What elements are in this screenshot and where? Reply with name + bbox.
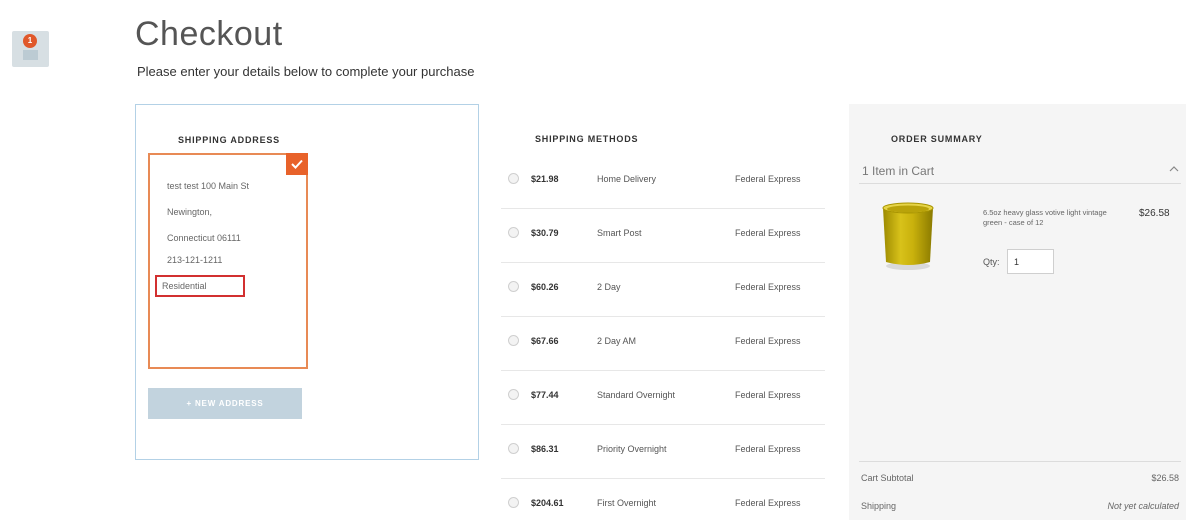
method-name: Home Delivery: [597, 174, 657, 184]
cart-subtotal-value: $26.58: [1151, 473, 1179, 483]
method-name: 2 Day AM: [597, 336, 637, 346]
items-count-label: 1 Item in Cart: [862, 164, 935, 178]
shipping-method-row[interactable]: $21.98 Home Delivery Federal Express: [501, 155, 825, 209]
address-phone: 213-121-1211: [167, 255, 223, 265]
page-subtitle: Please enter your details below to compl…: [137, 64, 475, 79]
qty-label: Qty:: [983, 257, 1000, 267]
method-name: 2 Day: [597, 282, 621, 292]
product-name[interactable]: 6.5oz heavy glass votive light vintage g…: [983, 208, 1121, 228]
method-radio[interactable]: [508, 443, 519, 454]
shipping-total-row: Shipping Not yet calculated: [859, 490, 1181, 518]
method-radio[interactable]: [508, 281, 519, 292]
method-radio[interactable]: [508, 173, 519, 184]
totals-section: Cart Subtotal $26.58 Shipping Not yet ca…: [859, 461, 1181, 518]
method-name: First Overnight: [597, 498, 657, 508]
method-carrier: Federal Express: [735, 444, 801, 454]
method-radio[interactable]: [508, 335, 519, 346]
method-radio[interactable]: [508, 389, 519, 400]
method-carrier: Federal Express: [735, 282, 801, 292]
new-address-button[interactable]: + NEW ADDRESS: [148, 388, 302, 419]
shipping-total-value: Not yet calculated: [1107, 501, 1179, 511]
method-name: Priority Overnight: [597, 444, 667, 454]
product-price: $26.58: [1139, 208, 1170, 219]
method-price: $204.61: [531, 498, 564, 508]
items-in-cart-toggle[interactable]: 1 Item in Cart: [859, 156, 1181, 184]
method-price: $21.98: [531, 174, 559, 184]
order-summary-panel: ORDER SUMMARY 1 Item in Cart 6.5oz heavy…: [849, 104, 1186, 520]
cart-count-badge: 1: [23, 34, 37, 48]
method-name: Standard Overnight: [597, 390, 676, 400]
address-type-label: Residential: [155, 275, 245, 297]
method-price: $67.66: [531, 336, 559, 346]
shipping-method-row[interactable]: $204.61 First Overnight Federal Express: [501, 479, 825, 520]
shipping-methods-heading: SHIPPING METHODS: [535, 134, 639, 144]
qty-input[interactable]: [1007, 249, 1054, 274]
shipping-method-row[interactable]: $60.26 2 Day Federal Express: [501, 263, 825, 317]
method-radio[interactable]: [508, 497, 519, 508]
product-thumbnail: [882, 202, 934, 270]
order-summary-heading: ORDER SUMMARY: [891, 134, 983, 144]
address-state-zip: Connecticut 06111: [167, 233, 241, 243]
method-price: $77.44: [531, 390, 559, 400]
method-price: $86.31: [531, 444, 559, 454]
cart-subtotal-label: Cart Subtotal: [861, 473, 914, 483]
method-carrier: Federal Express: [735, 390, 801, 400]
method-name: Smart Post: [597, 228, 642, 238]
address-street: test test 100 Main St: [167, 181, 250, 191]
method-radio[interactable]: [508, 227, 519, 238]
shipping-method-row[interactable]: $67.66 2 Day AM Federal Express: [501, 317, 825, 371]
shipping-address-heading: SHIPPING ADDRESS: [178, 135, 280, 145]
address-city: Newington,: [167, 207, 213, 217]
method-carrier: Federal Express: [735, 174, 801, 184]
shipping-method-row[interactable]: $77.44 Standard Overnight Federal Expres…: [501, 371, 825, 425]
page-title: Checkout: [135, 15, 283, 53]
shipping-address-panel: SHIPPING ADDRESS test test 100 Main St N…: [135, 104, 479, 460]
method-carrier: Federal Express: [735, 228, 801, 238]
shipping-total-label: Shipping: [861, 501, 897, 511]
chevron-up-icon: [1169, 166, 1179, 172]
method-price: $60.26: [531, 282, 559, 292]
shipping-method-row[interactable]: $30.79 Smart Post Federal Express: [501, 209, 825, 263]
selected-check-badge: [286, 153, 308, 175]
selected-address-card[interactable]: test test 100 Main St Newington, Connect…: [148, 153, 308, 369]
shipping-methods-panel: SHIPPING METHODS $21.98 Home Delivery Fe…: [495, 104, 835, 520]
method-carrier: Federal Express: [735, 336, 801, 346]
method-carrier: Federal Express: [735, 498, 801, 508]
minicart-button[interactable]: 1: [12, 31, 49, 67]
method-price: $30.79: [531, 228, 559, 238]
checkmark-icon: [291, 159, 303, 169]
cart-subtotal-row: Cart Subtotal $26.58: [859, 462, 1181, 490]
shipping-method-row[interactable]: $86.31 Priority Overnight Federal Expres…: [501, 425, 825, 479]
cart-icon: [23, 50, 38, 60]
